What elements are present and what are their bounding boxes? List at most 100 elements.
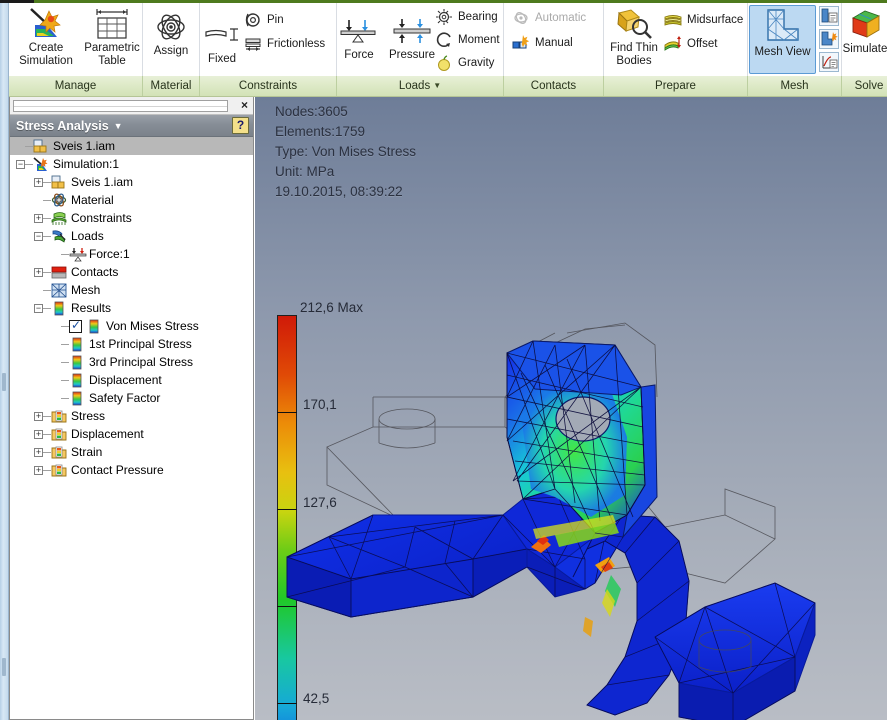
tree-item-results[interactable]: − Results (10, 299, 253, 317)
close-icon[interactable]: × (241, 98, 248, 113)
tree-item-label: Force:1 (89, 247, 130, 261)
panel-title-contacts[interactable]: Contacts (504, 76, 604, 96)
panel-title-solve[interactable]: Solve (842, 76, 887, 96)
gravity-load-button[interactable]: Gravity (433, 52, 494, 74)
tree-connector (43, 289, 51, 291)
bearing-load-button[interactable]: Bearing (433, 6, 498, 28)
tree-item-1st-principal-stress[interactable]: 1st Principal Stress (10, 335, 253, 353)
pin-constraint-icon (242, 10, 264, 30)
tree-item-label: Simulation:1 (53, 157, 120, 171)
tree-item-displacement[interactable]: Displacement (10, 371, 253, 389)
tree-stub (52, 376, 61, 385)
tree-item-label: Displacement (71, 427, 144, 441)
edge-grip-upper[interactable] (2, 373, 6, 391)
tree-connector (43, 217, 51, 219)
help-button[interactable]: ? (232, 117, 249, 134)
model-tree[interactable]: Sveis 1.iam − Simulation:1 + Sveis 1.iam Mate… (10, 137, 253, 718)
tree-stub (52, 340, 61, 349)
find-thin-bodies-label-2: Bodies (616, 55, 652, 67)
create-simulation-label-1: Create (28, 42, 64, 54)
offset-label: Offset (687, 38, 718, 50)
find-thin-bodies-button[interactable]: Find Thin Bodies (604, 6, 664, 68)
tree-item-strain[interactable]: + Strain (10, 443, 253, 461)
tree-item-label: Stress (71, 409, 106, 423)
fixed-constraint-button[interactable]: Fixed (195, 17, 249, 66)
expand-icon[interactable]: + (34, 465, 43, 475)
tree-stub (52, 322, 61, 331)
tree-item-constraints[interactable]: + Constraints (10, 209, 253, 227)
simulate-button[interactable]: Simulate (832, 7, 887, 56)
frictionless-constraint-label: Frictionless (267, 38, 326, 50)
panel-title-constraints[interactable]: Constraints (200, 76, 337, 96)
automatic-contacts-button[interactable]: Automatic (510, 7, 586, 29)
model-browser-panel: × Stress Analysis ▼ ? Sveis 1.iam − Simula… (9, 97, 254, 720)
expand-icon[interactable]: + (34, 411, 43, 421)
3d-viewport[interactable]: Nodes:3605 Elements:1759 Type: Von Mises S… (255, 97, 887, 720)
tree-item-label: Loads (71, 229, 104, 243)
expand-icon[interactable]: + (34, 213, 43, 223)
panel-title-loads[interactable]: Loads ▼ (337, 76, 504, 96)
bearing-load-label: Bearing (458, 11, 498, 23)
panel-title-mesh[interactable]: Mesh (748, 76, 842, 96)
tree-item-force-1[interactable]: Force:1 (10, 245, 253, 263)
tree-item-sveis-1-iam[interactable]: + Sveis 1.iam (10, 173, 253, 191)
ribbon-panel-titles: Manage Material Constraints Loads ▼ Conta… (9, 76, 887, 97)
tree-item-von-mises-stress[interactable]: Von Mises Stress (10, 317, 253, 335)
tree-item-label: 3rd Principal Stress (89, 355, 194, 369)
tree-connector (43, 199, 51, 201)
tree-item-label: Contacts (71, 265, 119, 279)
collapse-icon[interactable]: − (34, 231, 43, 241)
tree-item-simulation-1[interactable]: − Simulation:1 (10, 155, 253, 173)
tree-item-safety-factor[interactable]: Safety Factor (10, 389, 253, 407)
midsurface-button[interactable]: Midsurface (662, 9, 743, 31)
frictionless-constraint-button[interactable]: Frictionless (242, 33, 325, 55)
browser-toolbar-slot[interactable] (13, 100, 228, 112)
expand-icon[interactable]: + (34, 429, 43, 439)
folder-icon (51, 463, 67, 478)
midsurface-icon (662, 10, 684, 30)
panel-title-prepare[interactable]: Prepare (604, 76, 748, 96)
moment-load-button[interactable]: Moment (433, 29, 500, 51)
tree-item-mesh[interactable]: Mesh (10, 281, 253, 299)
tree-item-3rd-principal-stress[interactable]: 3rd Principal Stress (10, 353, 253, 371)
tree-item-material[interactable]: Material (10, 191, 253, 209)
tree-stub (34, 286, 43, 295)
collapse-icon[interactable]: − (16, 159, 25, 169)
tree-item-sveis-1-iam[interactable]: Sveis 1.iam (10, 137, 253, 155)
force-load-button[interactable]: Force (334, 13, 384, 62)
panel-title-manage[interactable]: Manage (9, 76, 143, 96)
panel-title-material[interactable]: Material (143, 76, 200, 96)
fea-model[interactable] (255, 97, 887, 720)
checkbox-checked-icon[interactable] (69, 318, 82, 333)
browser-header: Stress Analysis ▼ ? (10, 115, 253, 137)
collapse-icon[interactable]: − (34, 303, 43, 313)
tree-item-contacts[interactable]: + Contacts (10, 263, 253, 281)
parametric-table-button[interactable]: Parametric Table (79, 6, 145, 68)
tree-item-displacement[interactable]: + Displacement (10, 425, 253, 443)
create-simulation-button[interactable]: Create Simulation (13, 6, 79, 68)
expand-icon[interactable]: + (34, 447, 43, 457)
pin-constraint-label: Pin (267, 14, 284, 26)
tree-connector (43, 451, 51, 453)
tree-item-contact-pressure[interactable]: + Contact Pressure (10, 461, 253, 479)
tree-item-loads[interactable]: − Loads (10, 227, 253, 245)
chevron-down-icon[interactable]: ▼ (114, 121, 123, 131)
mesh-view-button[interactable]: Mesh View (749, 5, 816, 74)
ribbon-panel-manage: Create Simulation Parametric Table (9, 3, 143, 76)
tree-stub (16, 142, 25, 151)
ribbon-panel-solve: Simulate (842, 3, 887, 76)
edge-grip-lower[interactable] (2, 658, 6, 676)
ribbon-panel-constraints: Fixed Pin Frictionless (200, 3, 337, 76)
pin-constraint-button[interactable]: Pin (242, 9, 284, 31)
expand-icon[interactable]: + (34, 267, 43, 277)
tree-item-label: Sveis 1.iam (71, 175, 134, 189)
tree-connector (43, 415, 51, 417)
offset-button[interactable]: Offset (662, 33, 717, 55)
color-strip-icon (86, 319, 102, 334)
expand-icon[interactable]: + (34, 177, 43, 187)
tree-item-stress[interactable]: + Stress (10, 407, 253, 425)
manual-contact-button[interactable]: Manual (510, 32, 573, 54)
